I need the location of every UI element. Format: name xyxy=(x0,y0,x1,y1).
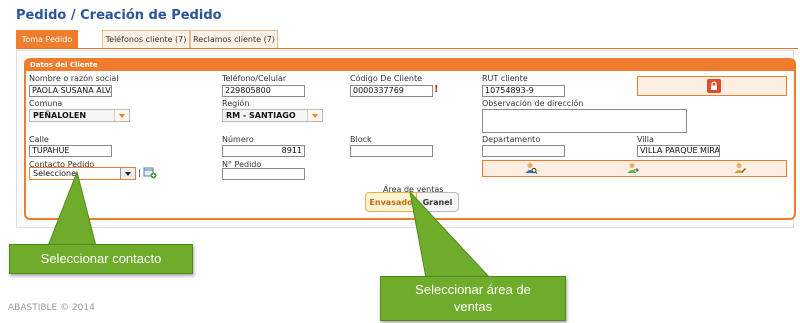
contact-callout: Seleccionar contacto xyxy=(9,244,193,274)
sales-area-callout-pointer xyxy=(409,190,492,279)
sales-area-callout-line1: Seleccionar área de xyxy=(415,282,531,297)
contact-callout-pointer xyxy=(47,170,97,247)
sales-area-callout-line2: ventas xyxy=(453,299,493,314)
footer-copyright: ABASTIBLE © 2014 xyxy=(8,303,95,313)
sales-area-callout: Seleccionar área de ventas xyxy=(380,276,566,321)
callout-arrows xyxy=(47,170,492,279)
contact-callout-text: Seleccionar contacto xyxy=(40,251,162,266)
